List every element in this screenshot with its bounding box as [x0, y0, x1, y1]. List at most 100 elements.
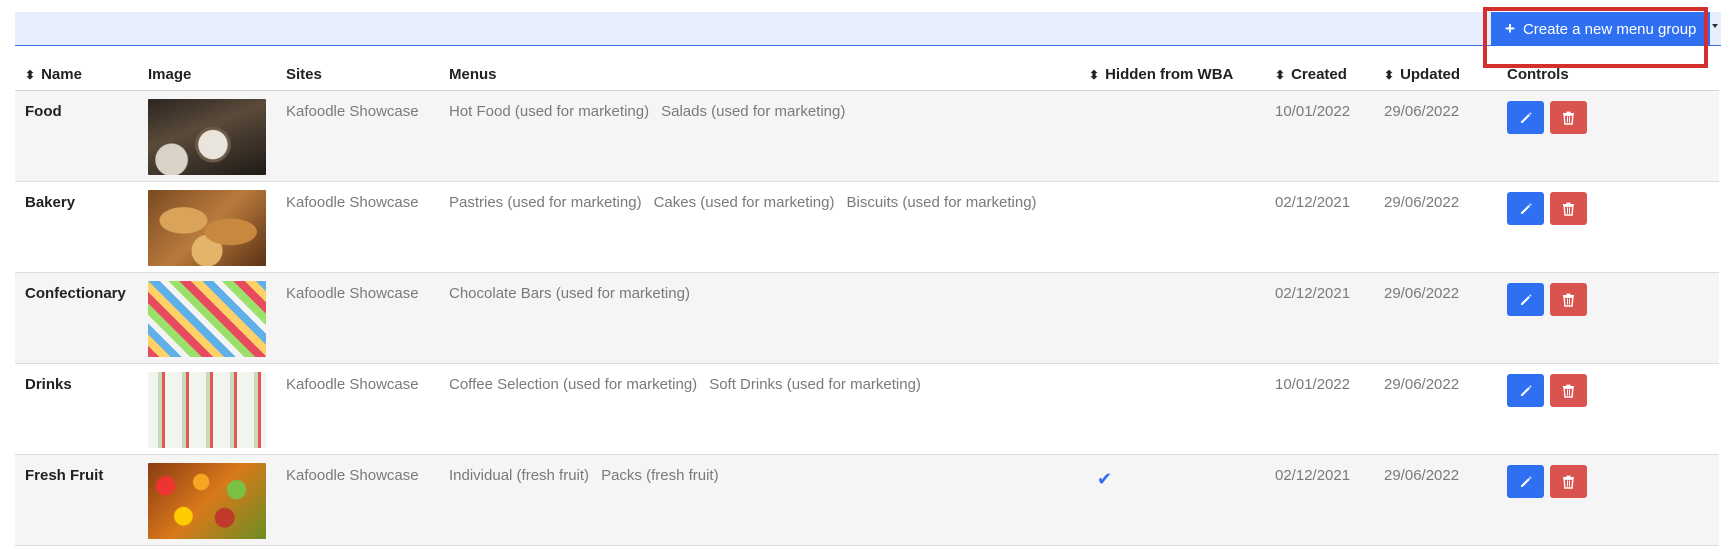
row-thumbnail — [148, 99, 266, 175]
menu-link[interactable]: Hot Food (used for marketing) — [449, 103, 649, 120]
row-sites: Kafoodle Showcase — [286, 103, 419, 120]
menu-link[interactable]: Biscuits (used for marketing) — [846, 194, 1036, 211]
row-menus: Hot Food (used for marketing) Salads (use… — [439, 91, 1079, 182]
table-row: Bakery Kafoodle Showcase Pastries (used fo… — [15, 182, 1719, 273]
row-hidden: ✔ — [1079, 455, 1265, 546]
sort-icon[interactable]: ⬍ — [25, 68, 35, 82]
edit-button[interactable] — [1507, 283, 1544, 316]
trash-icon — [1563, 293, 1574, 307]
create-menu-group-button[interactable]: + Create a new menu group — [1491, 12, 1711, 46]
table-row: Fresh Fruit Kafoodle Showcase Individual (… — [15, 454, 1719, 546]
row-thumbnail — [148, 281, 266, 357]
table-row: Food Kafoodle Showcase Hot Food (used for … — [15, 90, 1719, 182]
row-name: Food — [25, 103, 62, 120]
menu-link[interactable]: Packs (fresh fruit) — [601, 467, 719, 484]
menu-link[interactable]: Individual (fresh fruit) — [449, 467, 589, 484]
menu-link[interactable]: Salads (used for marketing) — [661, 103, 845, 120]
row-hidden — [1079, 364, 1265, 455]
caret-down-icon[interactable] — [1712, 24, 1718, 28]
row-menus: Individual (fresh fruit) Packs (fresh fru… — [439, 455, 1079, 546]
column-header-image: Image — [138, 58, 276, 91]
row-sites: Kafoodle Showcase — [286, 467, 419, 484]
delete-button[interactable] — [1550, 465, 1587, 498]
pencil-icon — [1520, 384, 1532, 396]
pencil-icon — [1520, 475, 1532, 487]
column-header-created[interactable]: ⬍ Created — [1265, 58, 1374, 91]
row-controls — [1497, 364, 1719, 455]
row-menus: Coffee Selection (used for marketing) Sof… — [439, 364, 1079, 455]
row-controls — [1497, 455, 1719, 546]
table-row: Drinks Kafoodle Showcase Coffee Selection … — [15, 364, 1719, 455]
row-hidden — [1079, 182, 1265, 273]
row-sites: Kafoodle Showcase — [286, 376, 419, 393]
delete-button[interactable] — [1550, 283, 1587, 316]
row-sites: Kafoodle Showcase — [286, 194, 419, 211]
edit-button[interactable] — [1507, 192, 1544, 225]
row-menus: Pastries (used for marketing) Cakes (used… — [439, 182, 1079, 273]
edit-button[interactable] — [1507, 101, 1544, 134]
row-created: 02/12/2021 — [1275, 467, 1351, 484]
pencil-icon — [1520, 202, 1532, 214]
pencil-icon — [1520, 111, 1532, 123]
menu-groups-table: ⬍ Name Image Sites Menus ⬍ Hidden from WBA… — [15, 58, 1719, 546]
sort-icon[interactable]: ⬍ — [1275, 68, 1285, 82]
row-sites: Kafoodle Showcase — [286, 285, 419, 302]
row-thumbnail — [148, 190, 266, 266]
column-header-menus: Menus — [439, 58, 1079, 91]
row-image-cell — [138, 364, 276, 455]
row-updated: 29/06/2022 — [1384, 194, 1460, 211]
menu-link[interactable]: Soft Drinks (used for marketing) — [709, 376, 921, 393]
edit-button[interactable] — [1507, 465, 1544, 498]
top-toolbar — [15, 12, 1721, 46]
row-updated: 29/06/2022 — [1384, 467, 1460, 484]
sort-icon[interactable]: ⬍ — [1384, 68, 1394, 82]
delete-button[interactable] — [1550, 192, 1587, 225]
column-header-controls: Controls — [1497, 58, 1719, 91]
row-image-cell — [138, 455, 276, 546]
menu-link[interactable]: Coffee Selection (used for marketing) — [449, 376, 697, 393]
row-created: 02/12/2021 — [1275, 194, 1351, 211]
row-updated: 29/06/2022 — [1384, 285, 1460, 302]
delete-button[interactable] — [1550, 374, 1587, 407]
plus-icon: + — [1505, 19, 1515, 38]
trash-icon — [1563, 111, 1574, 125]
menu-link[interactable]: Pastries (used for marketing) — [449, 194, 642, 211]
row-created: 02/12/2021 — [1275, 285, 1351, 302]
row-hidden — [1079, 273, 1265, 364]
row-thumbnail — [148, 372, 266, 448]
row-created: 10/01/2022 — [1275, 103, 1351, 120]
row-created: 10/01/2022 — [1275, 376, 1351, 393]
row-image-cell — [138, 91, 276, 182]
table-row: Confectionary Kafoodle Showcase Chocolate … — [15, 272, 1719, 364]
row-menus: Chocolate Bars (used for marketing) — [439, 273, 1079, 364]
edit-button[interactable] — [1507, 374, 1544, 407]
row-name: Fresh Fruit — [25, 467, 104, 484]
menu-link[interactable]: Chocolate Bars (used for marketing) — [449, 285, 690, 302]
checkmark-icon: ✔ — [1097, 469, 1113, 489]
row-updated: 29/06/2022 — [1384, 376, 1460, 393]
row-updated: 29/06/2022 — [1384, 103, 1460, 120]
sort-icon[interactable]: ⬍ — [1089, 68, 1099, 82]
row-controls — [1497, 273, 1719, 364]
delete-button[interactable] — [1550, 101, 1587, 134]
column-header-name[interactable]: ⬍ Name — [15, 58, 138, 91]
menu-link[interactable]: Cakes (used for marketing) — [654, 194, 835, 211]
row-hidden — [1079, 91, 1265, 182]
column-header-updated[interactable]: ⬍ Updated — [1374, 58, 1497, 91]
column-header-sites: Sites — [276, 58, 439, 91]
create-menu-group-label: Create a new menu group — [1522, 20, 1697, 38]
trash-icon — [1563, 384, 1574, 398]
trash-icon — [1563, 202, 1574, 216]
row-name: Drinks — [25, 376, 72, 393]
table-header-row: ⬍ Name Image Sites Menus ⬍ Hidden from WBA… — [15, 58, 1719, 91]
row-name: Bakery — [25, 194, 76, 211]
column-header-hidden[interactable]: ⬍ Hidden from WBA — [1079, 58, 1265, 91]
row-image-cell — [138, 273, 276, 364]
row-name: Confectionary — [25, 285, 126, 302]
row-image-cell — [138, 182, 276, 273]
row-controls — [1497, 182, 1719, 273]
pencil-icon — [1520, 293, 1532, 305]
row-controls — [1497, 91, 1719, 182]
row-thumbnail — [148, 463, 266, 539]
trash-icon — [1563, 475, 1574, 489]
